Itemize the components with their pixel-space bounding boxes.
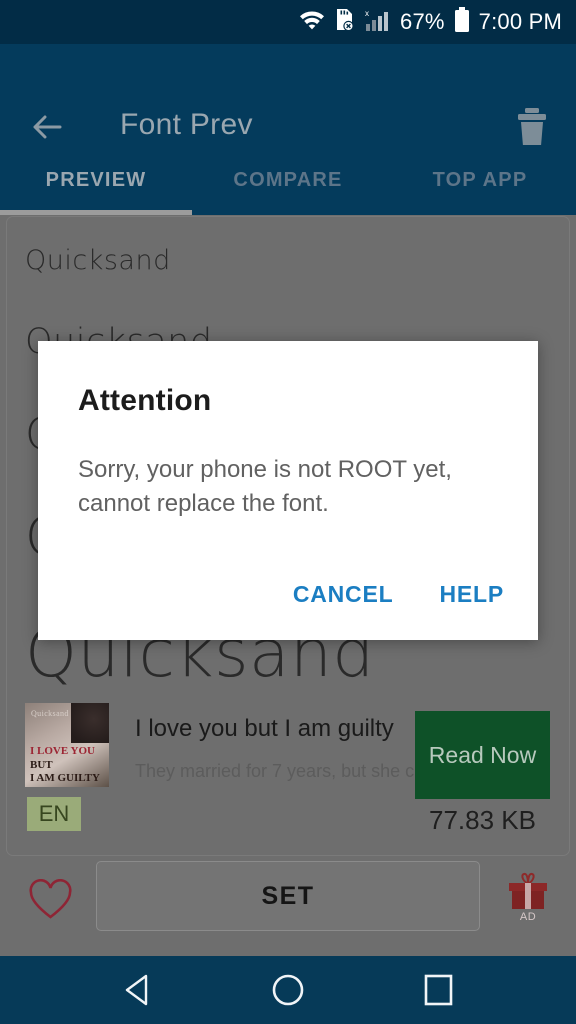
attention-dialog: Attention Sorry, your phone is not ROOT … [38, 341, 538, 640]
dialog-message: Sorry, your phone is not ROOT yet, canno… [78, 456, 452, 517]
help-button[interactable]: HELP [429, 573, 514, 616]
cancel-button[interactable]: CANCEL [283, 573, 404, 616]
phone-screen: x 67% 7:00 PM Font Prev PREVIEW COMPARE … [0, 0, 576, 1024]
dialog-title: Attention [78, 384, 212, 417]
dialog-actions: CANCEL HELP [283, 573, 514, 616]
